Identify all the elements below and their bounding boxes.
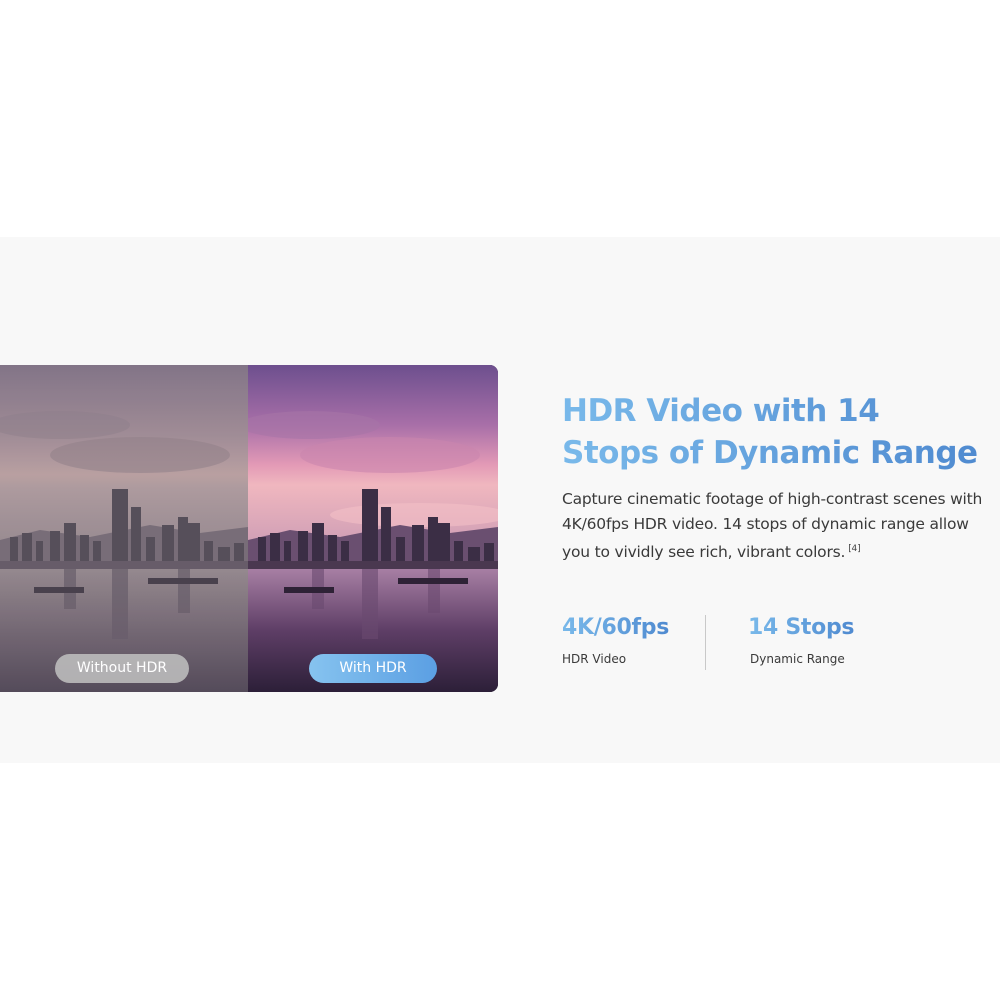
feature-title: HDR Video with 14 Stops of Dynamic Range: [562, 390, 982, 474]
with-hdr-label: With HDR: [309, 654, 437, 683]
feature-description: Capture cinematic footage of high-contra…: [562, 487, 1000, 565]
stat-resolution-caption: HDR Video: [562, 652, 627, 666]
hdr-comparison-image: Without HDR With HDR: [0, 365, 498, 692]
stat-dynamic-range-caption: Dynamic Range: [750, 652, 845, 666]
feature-description-text: Capture cinematic footage of high-contra…: [562, 490, 983, 562]
without-hdr-label: Without HDR: [55, 654, 189, 683]
stat-dynamic-range-value: 14 Stops: [748, 615, 855, 640]
stats-divider: [705, 615, 706, 670]
city-skyline-photo: [0, 365, 498, 692]
stat-resolution-value: 4K/60fps: [562, 615, 670, 640]
footnote-marker[interactable]: [4]: [848, 544, 860, 554]
